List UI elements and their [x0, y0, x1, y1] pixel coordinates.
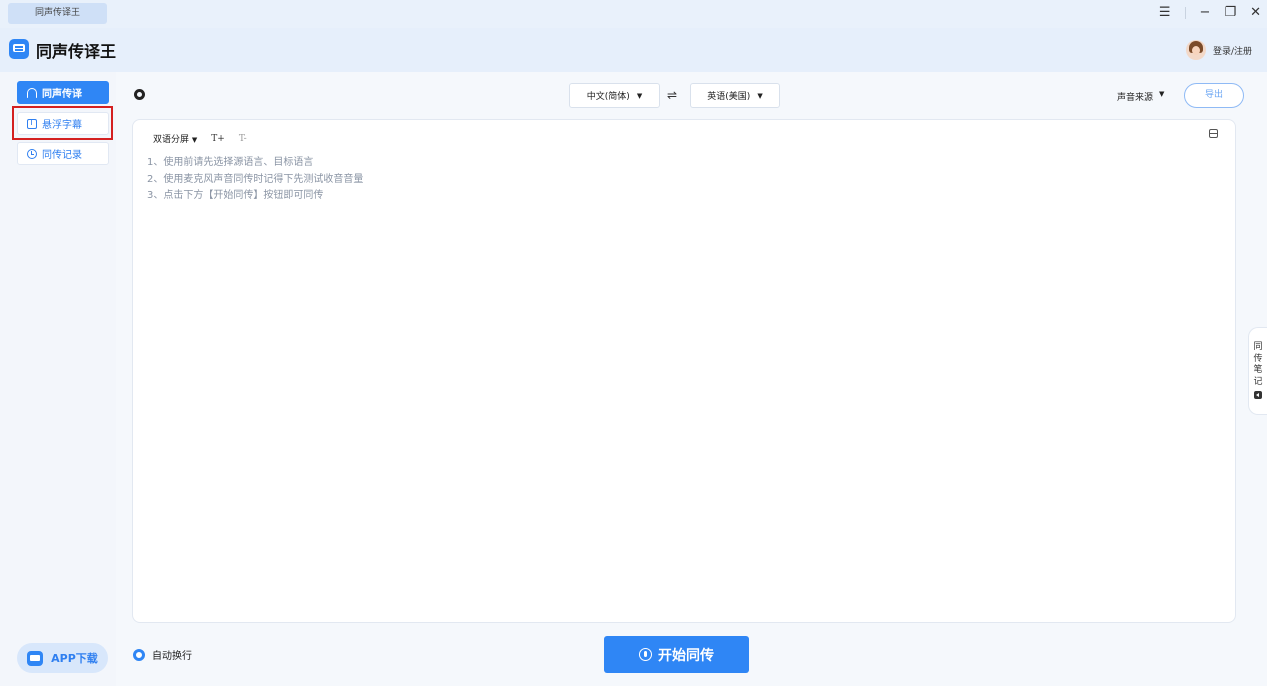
app-icon — [27, 650, 44, 666]
minimize-icon[interactable]: − — [1200, 4, 1211, 22]
instruction-line: 3、点击下方【开始同传】按钮即可同传 — [147, 190, 324, 201]
sidebar-item-simultaneous-interpretation[interactable]: 同声传译 — [17, 81, 109, 104]
chevron-down-icon: ▼ — [636, 91, 643, 100]
instruction-line: 2、使用麦克风声音同传时记得下先测试收音音量 — [147, 173, 364, 185]
source-language-value: 中文(简体) — [586, 92, 630, 102]
target-language-value: 英语(美国) — [707, 92, 751, 102]
sidebar-item-label: 同声传译 — [42, 89, 82, 100]
app-title: 同声传译王 — [36, 42, 117, 61]
export-button[interactable]: 导出 — [1184, 83, 1244, 108]
microphone-icon — [639, 648, 652, 661]
app-header: 同声传译王 登录/注册 — [0, 28, 1267, 72]
restore-icon[interactable]: ❐ — [1224, 4, 1236, 22]
chevron-down-icon: ▼ — [191, 136, 198, 144]
clock-icon — [27, 148, 37, 159]
app-download-label: APP下载 — [51, 652, 98, 665]
chevron-down-icon: ▼ — [1159, 90, 1165, 98]
view-mode-select[interactable]: 双语分屏 ▼ — [153, 132, 197, 145]
font-increase-button[interactable]: T+ — [211, 134, 225, 144]
window-tab[interactable]: 同声传译王 — [8, 3, 107, 24]
app-logo-icon — [9, 39, 29, 59]
headset-icon — [27, 87, 37, 98]
sound-source-select[interactable]: 声音来源 ▼ — [1117, 90, 1164, 103]
gear-icon[interactable] — [134, 89, 145, 100]
avatar[interactable] — [1186, 40, 1206, 60]
collapse-icon[interactable] — [1209, 129, 1218, 138]
login-link[interactable]: 登录/注册 — [1213, 44, 1252, 57]
view-mode-label: 双语分屏 — [153, 135, 190, 145]
app-download-button[interactable]: APP下载 — [17, 643, 108, 673]
start-interpretation-button[interactable]: 开始同传 — [604, 636, 749, 673]
close-icon[interactable]: ✕ — [1250, 4, 1261, 22]
sidebar-item-label: 同传记录 — [42, 150, 82, 161]
swap-languages-icon[interactable]: ⇌ — [667, 88, 677, 102]
chevron-left-icon — [1254, 391, 1262, 399]
window-controls: ☰ − ❐ ✕ — [1159, 4, 1261, 22]
sidebar-item-history[interactable]: 同传记录 — [17, 142, 109, 165]
title-bar: 同声传译王 ☰ − ❐ ✕ — [0, 0, 1267, 28]
panel-toolbar: 双语分屏 ▼ T+ T- — [153, 132, 247, 146]
auto-wrap-label: 自动换行 — [152, 651, 192, 662]
source-language-select[interactable]: 中文(简体) ▼ — [569, 83, 660, 108]
instruction-line: 1、使用前请先选择源语言、目标语言 — [147, 157, 314, 168]
font-decrease-button[interactable]: T- — [239, 134, 247, 144]
separator — [1184, 7, 1186, 19]
chevron-down-icon: ▼ — [757, 91, 763, 100]
menu-icon[interactable]: ☰ — [1159, 4, 1171, 22]
auto-wrap-toggle[interactable]: 自动换行 — [133, 647, 192, 662]
notes-tab[interactable]: 同传笔记 — [1248, 327, 1267, 415]
target-language-select[interactable]: 英语(美国) ▼ — [690, 83, 780, 108]
radio-icon — [133, 648, 145, 661]
highlight-box — [12, 106, 113, 140]
notes-tab-label: 同传笔记 — [1253, 342, 1263, 387]
sound-source-label: 声音来源 — [1117, 93, 1154, 103]
start-button-label: 开始同传 — [658, 647, 714, 664]
instructions: 1、使用前请先选择源语言、目标语言 2、使用麦克风声音同传时记得下先测试收音音量… — [147, 155, 363, 205]
transcript-panel: 双语分屏 ▼ T+ T- 1、使用前请先选择源语言、目标语言 2、使用麦克风声音… — [132, 119, 1236, 623]
